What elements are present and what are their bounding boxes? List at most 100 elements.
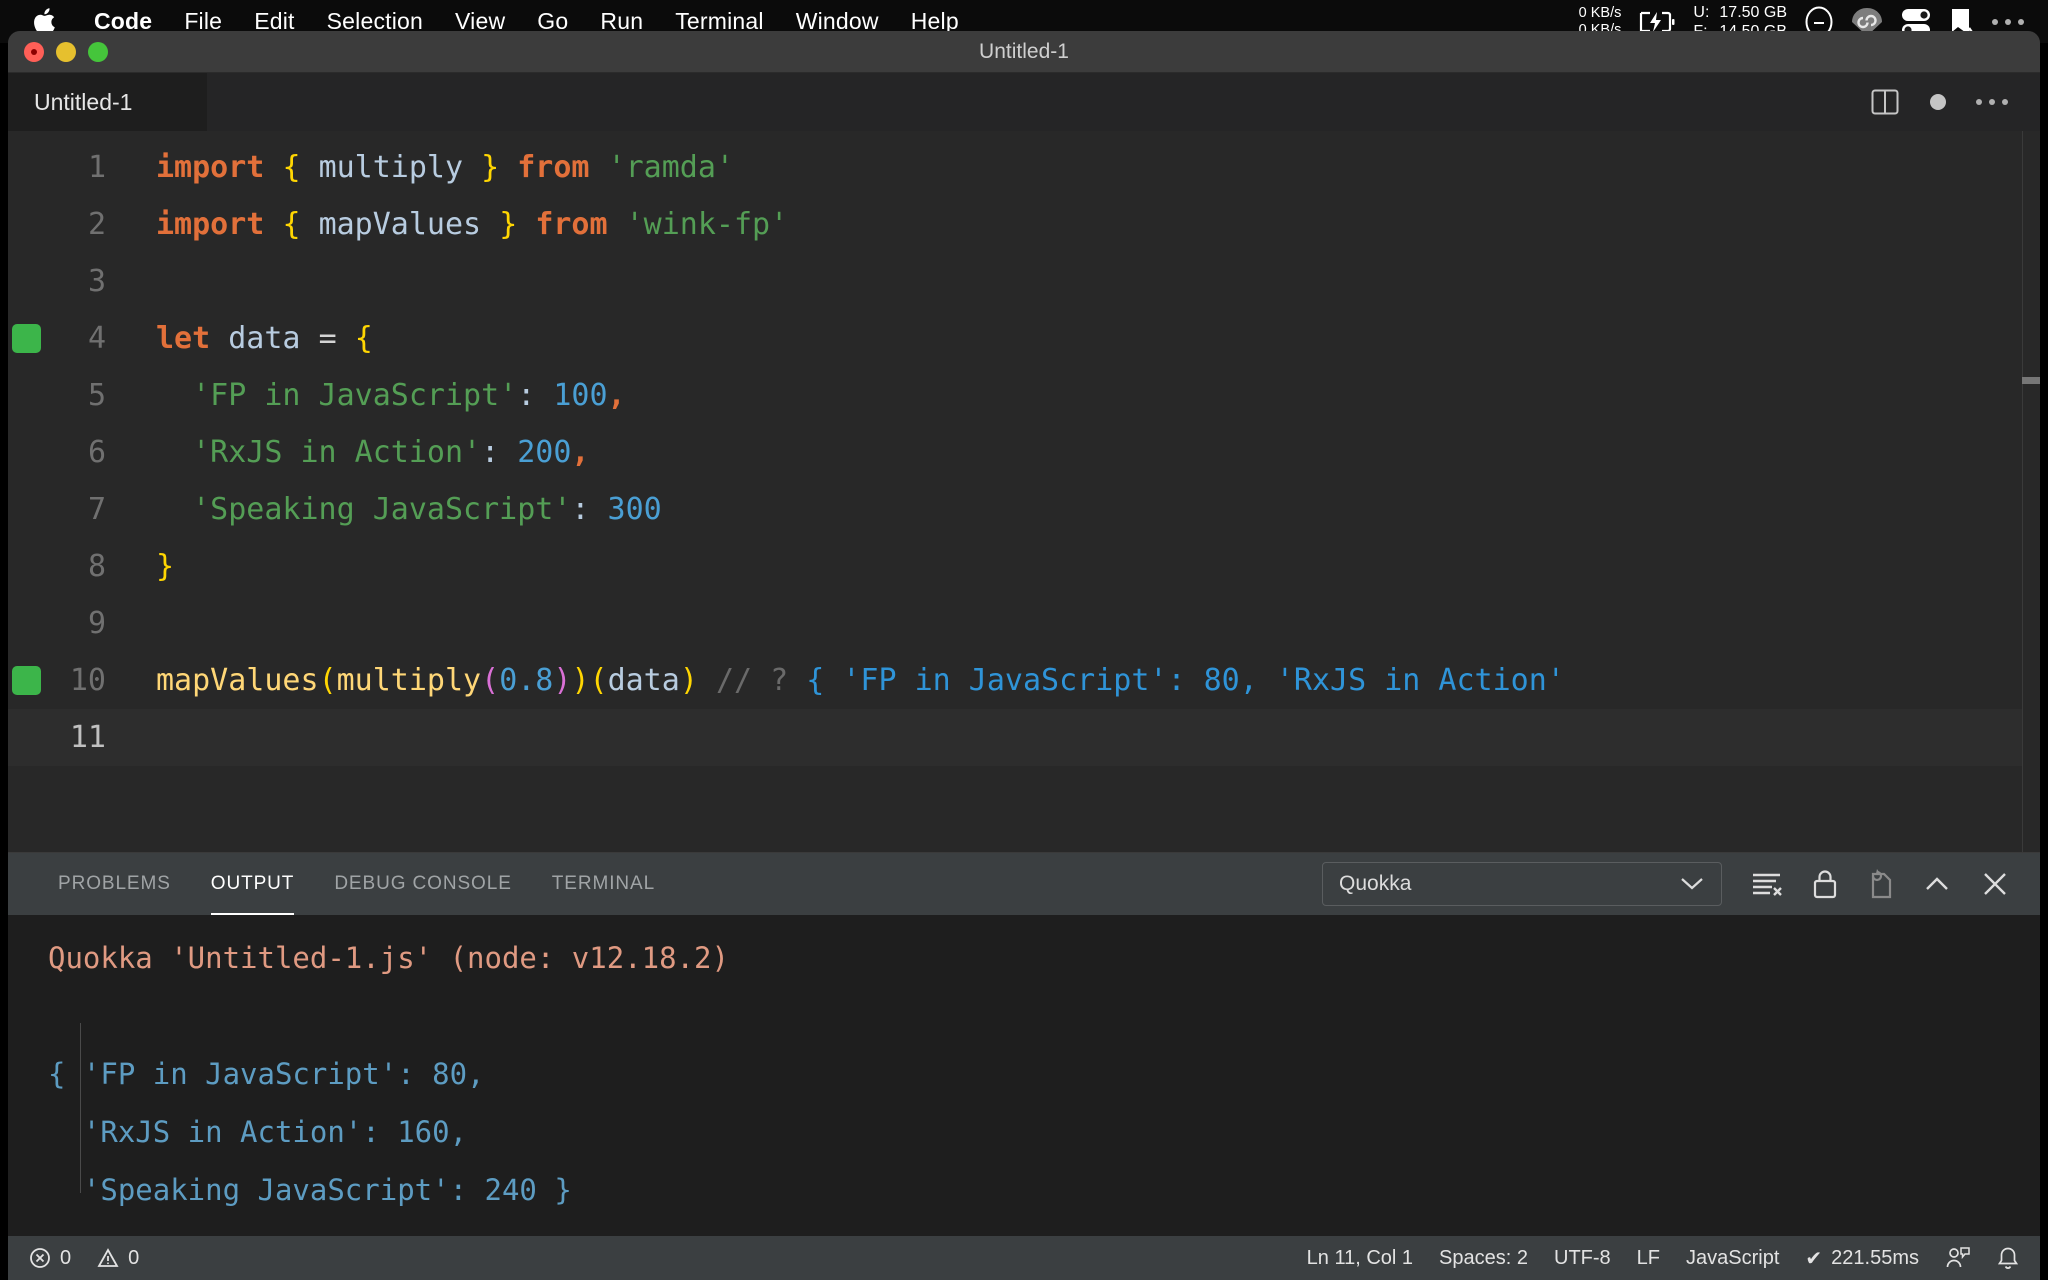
editor-overview-ruler[interactable] (2022, 131, 2040, 852)
token-keyword-from: from (517, 150, 590, 185)
code-line-1: 1 import { multiply } from 'ramda' (8, 139, 2040, 196)
code-line-5: 5 'FP in JavaScript': 100, (8, 367, 2040, 424)
line-content: import { mapValues } from 'wink-fp' (134, 207, 788, 242)
window-titlebar: Untitled-1 (8, 31, 2040, 73)
token-number: 200 (517, 435, 572, 470)
battery-charging-icon[interactable] (1638, 10, 1676, 34)
line-number: 6 (87, 435, 106, 470)
code-editor[interactable]: 1 import { multiply } from 'ramda' 2 imp… (8, 131, 2040, 852)
line-number: 9 (87, 606, 106, 641)
tabbar-spacer (208, 73, 1838, 131)
output-channel-value: Quokka (1339, 872, 1412, 895)
status-warnings[interactable]: 0 (84, 1247, 152, 1270)
quokka-inline-annotation: { 'FP in JavaScript': 80, 'RxJS in Actio… (806, 663, 1565, 698)
token-keyword: import (156, 207, 265, 242)
line-content: import { multiply } from 'ramda' (134, 150, 734, 185)
token-identifier: mapValues (318, 207, 482, 242)
tab-untitled-1[interactable]: Untitled-1 (8, 73, 208, 131)
token-operator: = (318, 321, 337, 356)
token-keyword-let: let (156, 321, 211, 356)
token-object-key: 'RxJS in Action' (192, 435, 482, 470)
token-function-multiply: multiply (336, 663, 482, 698)
line-content: 'FP in JavaScript': 100, (134, 378, 626, 413)
status-eol[interactable]: LF (1624, 1247, 1673, 1270)
line-number: 11 (69, 720, 106, 755)
token-paren-3-close: ) (679, 663, 698, 698)
token-brace-close: } (156, 549, 175, 584)
quokka-elapsed-value: 221.55ms (1831, 1246, 1919, 1269)
vscode-window: Untitled-1 Untitled-1 1 import { multipl… (8, 31, 2040, 1280)
line-content: let data = { (134, 321, 373, 356)
more-actions-icon[interactable] (1976, 99, 2008, 105)
editor-actions (1838, 73, 2040, 131)
quokka-coverage-indicator (11, 324, 41, 353)
token-brace-open: { (282, 150, 301, 185)
memory-used-value: 17.50 GB (1719, 3, 1787, 21)
status-cursor-position[interactable]: Ln 11, Col 1 (1294, 1247, 1426, 1270)
line-content: mapValues(multiply(0.8))(data) // ? { 'F… (134, 663, 1565, 698)
ruler-marker (2022, 377, 2040, 384)
code-line-8: 8 } (8, 538, 2040, 595)
coverage-gutter (8, 324, 44, 353)
collapse-panel-icon[interactable] (1922, 873, 1952, 895)
code-line-10: 10 mapValues(multiply(0.8))(data) // ? {… (8, 652, 2040, 709)
token-paren-3-open: ( (589, 663, 608, 698)
token-paren-2-close: ) (553, 663, 572, 698)
output-content[interactable]: Quokka 'Untitled-1.js' (node: v12.18.2) … (8, 915, 2040, 1236)
line-number: 4 (87, 321, 106, 356)
token-number: 100 (553, 378, 608, 413)
line-number: 5 (87, 378, 106, 413)
panel-header-actions: Quokka (1322, 862, 2010, 906)
open-in-editor-icon[interactable] (1866, 868, 1894, 900)
unsaved-dot-icon[interactable] (1930, 94, 1946, 110)
lock-icon[interactable] (1812, 868, 1838, 900)
code-line-4: 4 let data = { (8, 310, 2040, 367)
token-comma: , (607, 378, 626, 413)
code-line-9: 9 (8, 595, 2040, 652)
status-errors-count: 0 (60, 1246, 72, 1269)
status-errors[interactable]: 0 (16, 1247, 84, 1270)
code-lines: 1 import { multiply } from 'ramda' 2 imp… (8, 131, 2040, 766)
output-line-1: { 'FP in JavaScript': 80, (48, 1057, 485, 1091)
token-quokka-comment: // ? (715, 663, 789, 698)
status-language-mode[interactable]: JavaScript (1673, 1247, 1792, 1270)
status-quokka-time[interactable]: ✔ 221.55ms (1792, 1246, 1932, 1271)
chevron-down-icon (1679, 876, 1705, 892)
token-identifier: data (228, 321, 301, 356)
network-upload-speed: 0 KB/s (1578, 4, 1622, 21)
token-paren-2-open: ( (481, 663, 500, 698)
editor-tabbar: Untitled-1 (8, 73, 2040, 131)
panel-tab-problems[interactable]: PROBLEMS (38, 853, 191, 915)
output-line-blank (48, 987, 2040, 1045)
bottom-panel: PROBLEMS OUTPUT DEBUG CONSOLE TERMINAL Q… (8, 852, 2040, 1236)
split-editor-icon[interactable] (1870, 87, 1900, 117)
panel-tab-output[interactable]: OUTPUT (191, 853, 315, 915)
output-indent-guide (80, 1023, 81, 1193)
line-content: 'RxJS in Action': 200, (134, 435, 589, 470)
status-indentation[interactable]: Spaces: 2 (1426, 1247, 1541, 1270)
panel-header: PROBLEMS OUTPUT DEBUG CONSOLE TERMINAL Q… (8, 853, 2040, 915)
window-title: Untitled-1 (979, 39, 1069, 63)
panel-tab-debug-console[interactable]: DEBUG CONSOLE (314, 853, 531, 915)
status-encoding[interactable]: UTF-8 (1541, 1247, 1624, 1270)
line-number: 2 (87, 207, 106, 242)
panel-tab-terminal[interactable]: TERMINAL (532, 853, 675, 915)
token-function-mapvalues: mapValues (156, 663, 319, 698)
token-brace-close: } (499, 207, 518, 242)
status-bar: 0 0 Ln 11, Col 1 Spaces: 2 UTF-8 LF Java… (8, 1236, 2040, 1280)
tab-label: Untitled-1 (34, 88, 133, 115)
close-panel-icon[interactable] (1980, 869, 2010, 899)
token-colon: : (571, 492, 590, 527)
feedback-icon[interactable] (1932, 1246, 1984, 1270)
token-paren-1-close: ) (571, 663, 590, 698)
notifications-bell-icon[interactable] (1984, 1246, 2032, 1270)
line-content: 'Speaking JavaScript': 300 (134, 492, 662, 527)
line-number: 8 (87, 549, 106, 584)
quokka-check-icon: ✔ (1805, 1247, 1823, 1270)
output-channel-select[interactable]: Quokka (1322, 862, 1722, 906)
token-colon: : (481, 435, 500, 470)
coverage-gutter (8, 666, 44, 695)
clear-output-icon[interactable] (1750, 869, 1784, 899)
more-icon[interactable] (1992, 18, 2024, 25)
token-brace-open: { (282, 207, 301, 242)
